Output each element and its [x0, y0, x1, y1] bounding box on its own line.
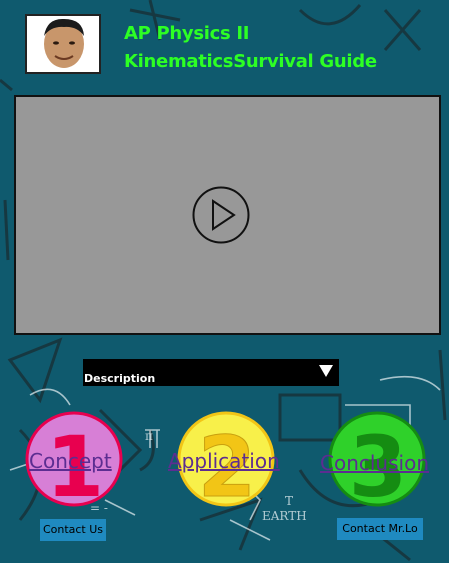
video-player[interactable]: [14, 95, 441, 335]
application-link[interactable]: Application: [168, 449, 280, 473]
course-title: AP Physics II: [124, 23, 250, 44]
svg-text:T: T: [285, 494, 293, 508]
application-button[interactable]: 2 Application: [168, 411, 280, 507]
avatar-image: [27, 16, 99, 72]
description-label: Description: [84, 372, 156, 385]
description-dropdown[interactable]: Description: [83, 359, 339, 386]
contact-teacher-button[interactable]: Contact Mr.Lo: [337, 518, 423, 540]
play-icon[interactable]: [192, 186, 250, 244]
conclusion-link[interactable]: Conclusion: [320, 451, 429, 475]
contact-us-button[interactable]: Contact Us: [40, 519, 106, 541]
svg-text:EARTH: EARTH: [262, 509, 307, 523]
concept-link[interactable]: Concept: [29, 449, 112, 473]
concept-button[interactable]: 1 Concept: [25, 411, 125, 507]
triangle-down-icon[interactable]: [319, 365, 333, 377]
conclusion-button[interactable]: 3 Conclusion: [320, 411, 429, 507]
svg-text:π: π: [145, 429, 153, 443]
course-subtitle: KinematicsSurvival Guide: [124, 51, 377, 72]
teacher-avatar: [25, 14, 101, 74]
